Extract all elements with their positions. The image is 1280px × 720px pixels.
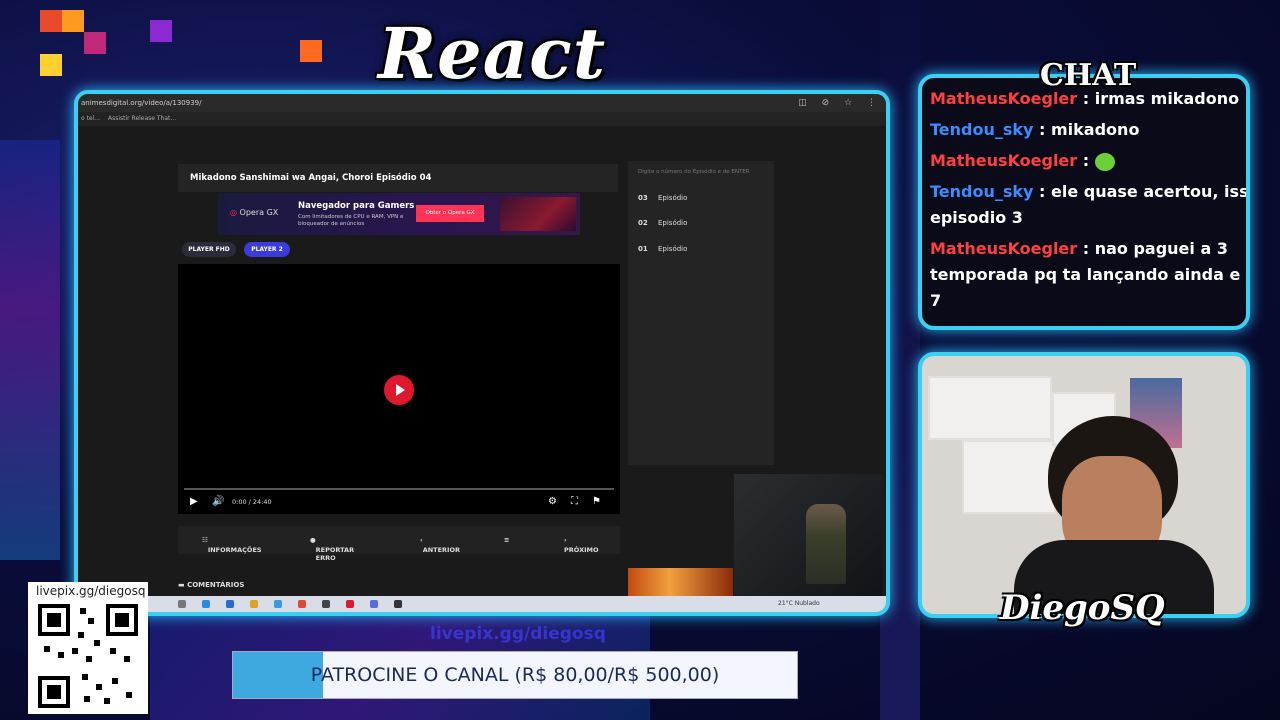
report-error-button[interactable]: ● REPORTAR ERRO: [310, 536, 354, 562]
ad-subtext: Com limitadores de CPU e RAM, VPN e bloq…: [298, 214, 404, 227]
tab-player-2[interactable]: PLAYER 2: [244, 242, 290, 257]
donation-goal-text: PATROCINE O CANAL (R$ 80,00/R$ 500,00): [310, 664, 720, 686]
ad-cta-button[interactable]: Obter o Opera GX: [416, 205, 484, 222]
comments-label: ▬ COMENTÁRIOS: [178, 581, 245, 589]
taskbar-icon[interactable]: [202, 600, 210, 608]
episode-item[interactable]: 02 Episódio: [638, 219, 687, 227]
shelf: [928, 376, 1052, 440]
bookmark-item[interactable]: o tel...: [81, 112, 100, 126]
shelf: [962, 440, 1056, 514]
progress-bar[interactable]: [184, 488, 614, 490]
thumbnail-image: [628, 568, 733, 596]
background-pixel: [40, 54, 62, 76]
taskbar-icon[interactable]: [394, 600, 402, 608]
ad-screenshot: [500, 197, 576, 231]
chat-message: Tendou_sky : ele quase acertou, isso: [930, 182, 1250, 201]
taskbar-icon[interactable]: [226, 600, 234, 608]
fullscreen-icon[interactable]: ⛶: [571, 496, 578, 507]
background-pixel: [84, 32, 106, 54]
url-text[interactable]: animesdigital.org/video/a/130939/: [81, 94, 201, 112]
previous-button[interactable]: ‹ ANTERIOR: [420, 536, 460, 554]
episode-item[interactable]: 01 Episódio: [638, 245, 687, 253]
address-bar-icons[interactable]: ◫ ⊘ ☆ ⋮: [798, 94, 882, 112]
taskbar-icon[interactable]: [178, 600, 186, 608]
episode-list: Digite o número do Episódio e de ENTER 0…: [628, 161, 774, 465]
video-player[interactable]: ▶ 🔊 0:00 / 24:40 ⚙ ⛶ ⚑: [178, 264, 620, 514]
donation-link: livepix.gg/diegosq: [430, 624, 606, 644]
background-pixel: [300, 40, 322, 62]
discord-icon[interactable]: [370, 600, 378, 608]
info-button[interactable]: ☷ INFORMAÇÕES: [202, 536, 262, 554]
next-button[interactable]: PRÓXIMO ›: [564, 536, 599, 554]
player-controls: ▶ 🔊 0:00 / 24:40 ⚙ ⛶ ⚑: [178, 486, 620, 514]
chat-message-continuation: temporada pq ta lançando ainda e ta no e…: [930, 265, 1246, 284]
opera-gx-logo: ◎ Opera GX: [230, 208, 279, 217]
qr-label: livepix.gg/diegosq: [36, 584, 146, 598]
chat-title: CHAT: [1040, 58, 1137, 93]
taskbar-icon[interactable]: [250, 600, 258, 608]
character-figure: [806, 504, 846, 584]
volume-icon[interactable]: 🔊: [212, 496, 224, 507]
background-pixel: [150, 20, 172, 42]
bookmark-item[interactable]: Assistir Release That...: [108, 112, 176, 126]
emote-icon: [1094, 152, 1115, 171]
chrome-icon[interactable]: [298, 600, 306, 608]
chat-message: MatheusKoegler : nao paguei a 3: [930, 239, 1228, 258]
tab-player-fhd[interactable]: PLAYER FHD: [182, 242, 236, 257]
chat-message-continuation: 7: [930, 291, 942, 310]
chat-panel: MatheusKoegler : irmas mikadono Tendou_s…: [918, 74, 1250, 330]
ad-banner[interactable]: ◎ Opera GX Navegador para Gamers Com lim…: [218, 193, 580, 235]
address-bar[interactable]: animesdigital.org/video/a/130939/ ◫ ⊘ ☆ …: [78, 94, 886, 112]
page-title: Mikadono Sanshimai wa Angai, Choroi Epis…: [178, 164, 618, 192]
chat-message: Tendou_sky : mikadono: [930, 120, 1140, 139]
webcam-feed: [918, 352, 1250, 618]
chat-message: MatheusKoegler :: [930, 148, 1115, 174]
play-button[interactable]: [384, 375, 414, 405]
weather-text: 21°C Nublado: [778, 600, 820, 607]
react-title: React: [378, 12, 607, 95]
taskbar-icon[interactable]: [322, 600, 330, 608]
stream-preview: [734, 474, 882, 596]
flag-icon[interactable]: ⚑: [592, 496, 601, 507]
qr-code: [38, 604, 138, 708]
ad-headline: Navegador para Gamers: [298, 201, 415, 211]
menu-icon[interactable]: ≡: [504, 536, 509, 544]
episode-search-input[interactable]: Digite o número do Episódio e de ENTER: [638, 169, 750, 175]
taskbar-icon[interactable]: [346, 600, 354, 608]
background-neon-shape: [0, 140, 60, 560]
browser-window: animesdigital.org/video/a/130939/ ◫ ⊘ ☆ …: [74, 90, 890, 616]
bookmarks-bar: o tel... Assistir Release That...: [78, 112, 886, 126]
episode-nav: ☷ INFORMAÇÕES ● REPORTAR ERRO ‹ ANTERIOR…: [178, 526, 620, 562]
player-time: 0:00 / 24:40: [232, 498, 272, 506]
background-pixel: [40, 10, 62, 32]
taskbar: 21°C Nublado: [78, 596, 886, 612]
background-pixel: [62, 10, 84, 32]
play-icon[interactable]: ▶: [190, 496, 198, 507]
web-page: Mikadono Sanshimai wa Angai, Choroi Epis…: [78, 126, 886, 596]
episode-item[interactable]: 03 Episódio: [638, 194, 687, 202]
donation-goal-bar: PATROCINE O CANAL (R$ 80,00/R$ 500,00): [232, 651, 798, 699]
chat-message-continuation: episodio 3: [930, 208, 1023, 227]
settings-icon[interactable]: ⚙: [548, 496, 557, 507]
streamer-name: DiegoSQ: [1000, 588, 1165, 628]
taskbar-icon[interactable]: [274, 600, 282, 608]
